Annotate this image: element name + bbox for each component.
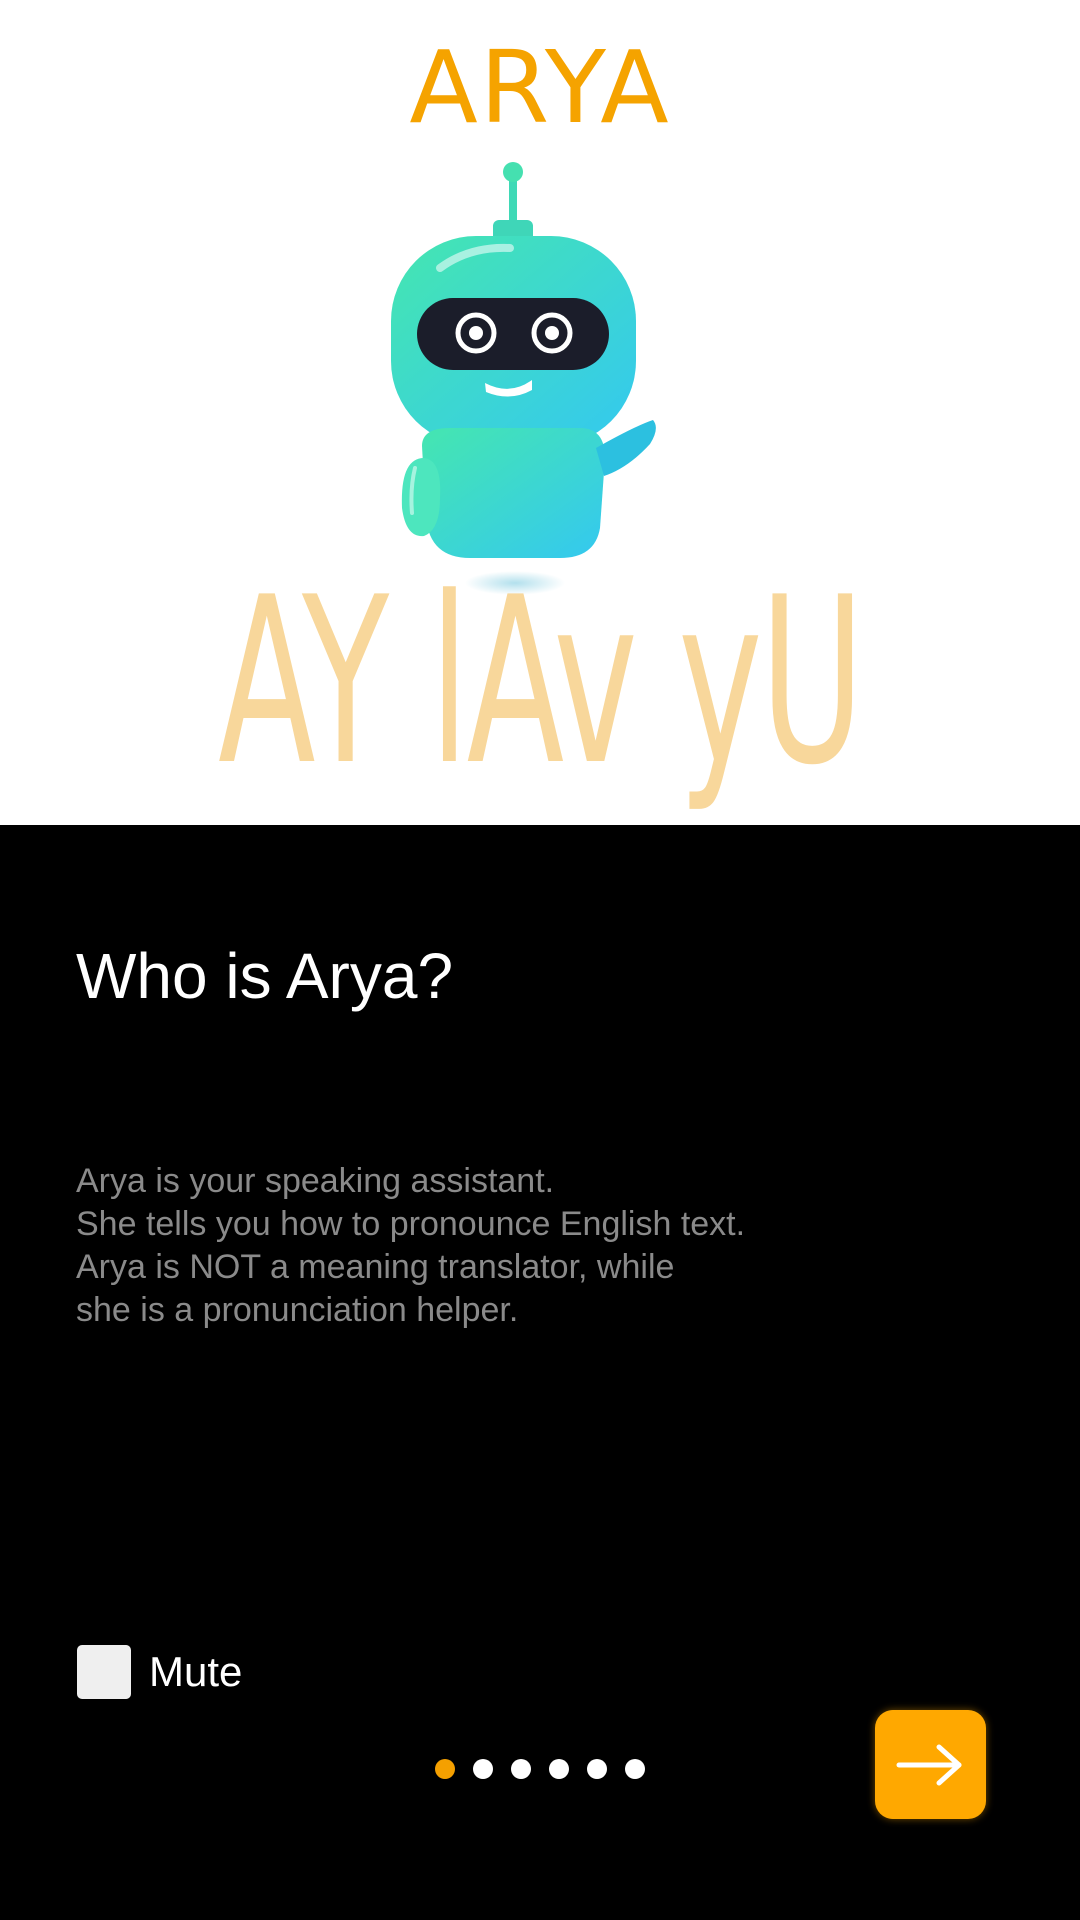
app-title: ARYA (409, 29, 671, 146)
phonetic-preview-text: AY lAv yU (218, 549, 864, 816)
mute-toggle[interactable]: Mute (77, 1645, 242, 1699)
page-dot-4[interactable] (549, 1759, 569, 1779)
page-dot-5[interactable] (587, 1759, 607, 1779)
page-dot-3[interactable] (511, 1759, 531, 1779)
page-indicator (435, 1759, 645, 1779)
mute-checkbox[interactable] (77, 1645, 131, 1699)
robot-mascot-icon (391, 162, 656, 595)
mute-label: Mute (149, 1648, 243, 1695)
page-heading: Who is Arya? (76, 940, 454, 1012)
description: Arya is your speaking assistant. She tel… (76, 1160, 745, 1332)
description-line: Arya is your speaking assistant. (76, 1162, 555, 1200)
header-panel: ARYA AY lAv yU (0, 0, 1080, 825)
page-dot-1[interactable] (435, 1759, 455, 1779)
arrow-right-icon (896, 1744, 961, 1785)
page-dot-6[interactable] (625, 1759, 645, 1779)
description-line: she is a pronunciation helper. (76, 1291, 519, 1329)
description-line: She tells you how to pronounce English t… (76, 1205, 746, 1243)
next-button[interactable] (875, 1710, 986, 1819)
description-line: Arya is NOT a meaning translator, while (76, 1248, 675, 1286)
page-dot-2[interactable] (473, 1759, 493, 1779)
